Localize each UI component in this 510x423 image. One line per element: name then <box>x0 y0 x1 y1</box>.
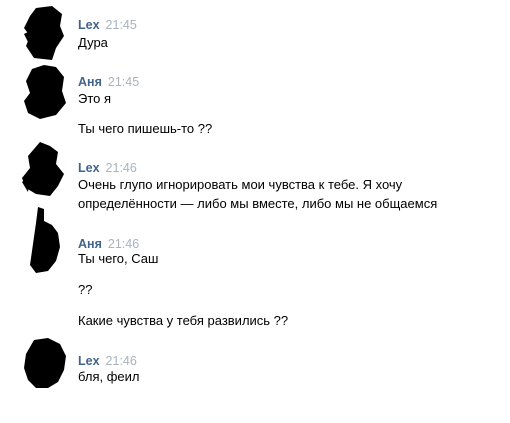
scribbled-avatar-icon[interactable] <box>22 6 66 60</box>
author-name[interactable]: Аня <box>78 75 102 89</box>
avatar-scribble-shape <box>24 6 64 60</box>
avatar-scribble-shape <box>22 142 64 196</box>
chat-history: Lex 21:45 Дура Аня 21:45 Это я Ты чего пиш… <box>0 0 510 423</box>
message-time[interactable]: 21:45 <box>108 75 139 89</box>
message-text: Ты чего, Саш <box>78 251 159 266</box>
author-name[interactable]: Lex <box>78 354 100 368</box>
message-time[interactable]: 21:46 <box>106 161 137 175</box>
message-text: определённости — либо мы вместе, либо мы… <box>78 196 438 211</box>
message-header: Аня 21:45 <box>78 73 139 89</box>
author-name[interactable]: Lex <box>78 18 100 32</box>
message-header: Lex 21:46 <box>78 159 137 175</box>
message-header: Lex 21:45 <box>78 16 137 32</box>
avatar-scribble-shape <box>24 338 66 388</box>
avatar-scribble-shape <box>30 207 60 273</box>
message-time[interactable]: 21:46 <box>106 354 137 368</box>
scribbled-avatar-icon[interactable] <box>22 207 66 273</box>
message-time[interactable]: 21:45 <box>106 18 137 32</box>
message-text: Какие чувства у тебя развились ?? <box>78 313 289 328</box>
message-text: ?? <box>78 282 93 297</box>
message-text: Дура <box>78 35 108 50</box>
message-text: Это я <box>78 91 112 106</box>
scribbled-avatar-icon[interactable] <box>22 142 66 196</box>
message-text: Ты чего пишешь-то ?? <box>78 121 213 136</box>
message-text: Очень глупо игнорировать мои чувства к т… <box>78 177 403 192</box>
scribbled-avatar-icon[interactable] <box>22 338 66 392</box>
author-name[interactable]: Lex <box>78 161 100 175</box>
scribbled-avatar-icon[interactable] <box>22 65 66 119</box>
message-header: Lex 21:46 <box>78 352 137 368</box>
message-text: бля, феил <box>78 369 140 384</box>
avatar-scribble-shape <box>24 65 66 119</box>
